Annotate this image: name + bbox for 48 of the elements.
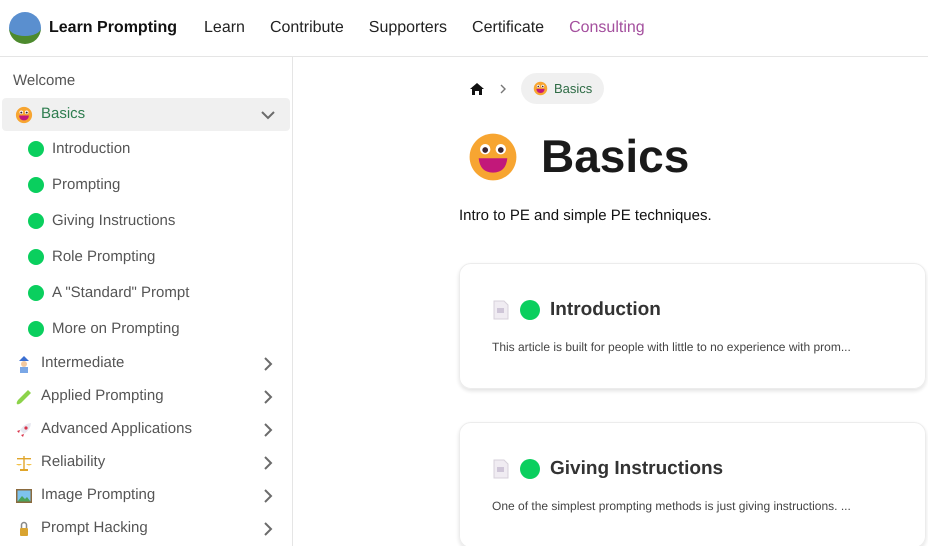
chevron-right-icon <box>499 84 507 94</box>
sidebar-subitem[interactable]: Prompting <box>0 167 292 203</box>
subitem-label: A "Standard" Prompt <box>52 282 190 303</box>
brand-name[interactable]: Learn Prompting <box>49 16 178 40</box>
card-title: Giving Instructions <box>550 456 724 480</box>
sidebar-category[interactable]: Reliability <box>2 446 290 479</box>
subitem-label: Role Prompting <box>52 246 156 267</box>
smiley-icon <box>533 81 548 96</box>
document-icon <box>492 300 510 320</box>
smiley-icon <box>15 106 33 124</box>
subitem-label: Prompting <box>52 174 120 195</box>
breadcrumb-label: Basics <box>554 80 592 98</box>
breadcrumb-chip[interactable]: Basics <box>521 73 604 104</box>
card-summary: This article is built for people with little to no experience with prom... <box>492 339 852 356</box>
nav-link[interactable]: Supporters <box>368 16 448 40</box>
sidebar-category[interactable]: Applied Prompting <box>2 380 290 413</box>
card-title: Introduction <box>550 298 661 322</box>
nav-link[interactable]: Consulting <box>569 16 645 40</box>
nav-link[interactable]: Learn <box>204 16 245 40</box>
article-card[interactable]: Introduction This article is built for people with little to no experience with prom... <box>459 262 926 388</box>
page-title: Basics <box>541 129 690 184</box>
document-icon <box>492 458 510 479</box>
smiley-icon <box>467 130 519 182</box>
home-icon[interactable] <box>469 80 485 96</box>
nav-link[interactable]: Certificate <box>472 16 544 40</box>
page-description: Intro to PE and simple PE techniques. <box>459 206 713 226</box>
sidebar-category[interactable]: Prompt Hacking <box>2 512 290 545</box>
sidebar-subitem[interactable]: A "Standard" Prompt <box>0 275 292 311</box>
sidebar-item[interactable]: Welcome <box>0 65 292 98</box>
category-icon <box>15 420 33 438</box>
sidebar-subitem[interactable]: Role Prompting <box>0 239 292 275</box>
category-icon <box>15 454 33 472</box>
card-summary: One of the simplest prompting methods is just giving instructions. ... <box>492 498 852 515</box>
subitem-label: More on Prompting <box>52 318 180 339</box>
sidebar-subitem[interactable]: Giving Instructions <box>0 203 292 239</box>
sidebar-category[interactable]: Basics <box>2 98 290 131</box>
subitem-label: Giving Instructions <box>52 210 176 231</box>
article-card[interactable]: Giving Instructions One of the simplest prompting methods is just giving instructions. ... <box>459 422 926 546</box>
category-icon <box>15 388 33 406</box>
subitem-label: Introduction <box>52 138 130 159</box>
sidebar-subitem[interactable]: More on Prompting <box>0 311 292 347</box>
sidebar-subitem[interactable]: Introduction <box>0 131 292 167</box>
category-icon <box>15 486 33 504</box>
sidebar-category[interactable]: Image Prompting <box>2 479 290 512</box>
sidebar-category[interactable]: Advanced Applications <box>2 413 290 446</box>
avatar-logo <box>9 12 41 44</box>
nav-link[interactable]: Contribute <box>270 16 344 40</box>
sidebar-category[interactable]: Intermediate <box>2 347 290 380</box>
